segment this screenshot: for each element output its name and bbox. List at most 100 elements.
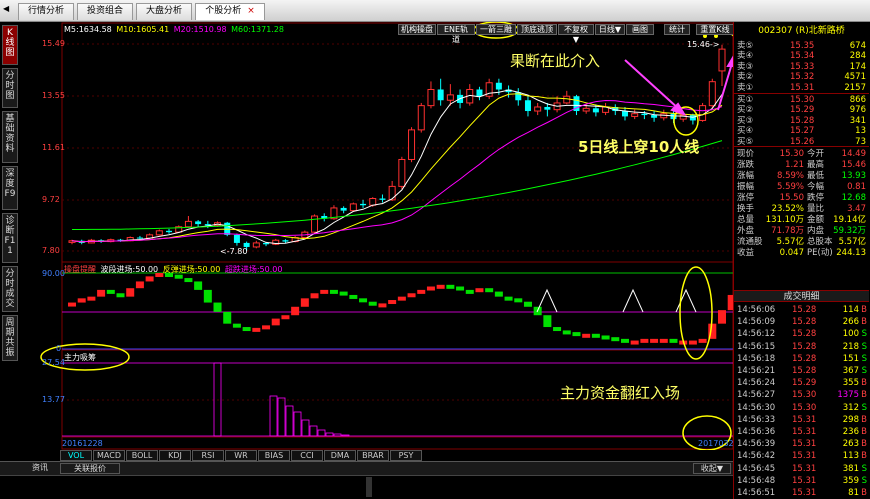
tab-kdj[interactable]: KDJ — [159, 450, 191, 461]
menu-arrow-icon[interactable]: ◀ — [3, 4, 15, 17]
tool-three[interactable]: 一箭三雕 — [476, 24, 516, 35]
stat-value: 59.32万 — [833, 226, 866, 236]
sell-order-row[interactable]: 卖① 15.31 2157 — [734, 83, 869, 93]
tab-dma[interactable]: DMA — [324, 450, 356, 461]
tool-reset[interactable]: 重置K线 — [696, 24, 734, 35]
trade-volume: 113 — [842, 451, 859, 462]
trade-volume: 312 — [842, 402, 859, 413]
stat-value: 15.50 — [779, 193, 804, 203]
trade-time: 14:56:39 — [737, 439, 776, 450]
trade-side: B — [861, 390, 867, 401]
tab-bias[interactable]: BIAS — [258, 450, 290, 461]
trade-time: 14:56:42 — [737, 451, 776, 462]
trade-volume: 100 — [842, 329, 859, 340]
trade-time: 14:56:15 — [737, 341, 776, 352]
tool-topbottom[interactable]: 顶底逃顶 — [517, 24, 557, 35]
buy-order-row[interactable]: 买④ 15.27 13 — [734, 126, 869, 136]
stat-row: 涨跌 1.21 最高 15.46 — [734, 160, 869, 170]
sell-order-row[interactable]: 卖③ 15.33 174 — [734, 62, 869, 72]
stat-value: 0.047 — [779, 248, 804, 258]
order-price: 15.29 — [790, 105, 815, 116]
trade-time: 14:56:30 — [737, 402, 776, 413]
order-volume: 4571 — [844, 72, 866, 83]
tab-wr[interactable]: WR — [225, 450, 257, 461]
tab-portfolio[interactable]: 投资组合 — [77, 3, 133, 20]
order-volume: 2157 — [844, 82, 866, 93]
trade-price: 15.29 — [792, 378, 817, 389]
order-volume: 284 — [849, 51, 866, 62]
tab-rsi[interactable]: RSI — [192, 450, 224, 461]
tool-adjust[interactable]: 不复权▼ — [558, 24, 594, 44]
divider — [734, 146, 869, 147]
close-icon[interactable]: × — [247, 6, 255, 16]
trade-time: 14:56:51 — [737, 488, 776, 498]
stat-label: 涨跌 — [737, 160, 755, 170]
trade-row: 14:56:15 15.28 218 S — [734, 341, 869, 353]
stat-label: 今开 — [807, 149, 825, 159]
scrollbar-thumb[interactable] — [366, 477, 372, 497]
sell-order-row[interactable]: 卖④ 15.34 284 — [734, 51, 869, 61]
buy-order-row[interactable]: 买② 15.29 976 — [734, 105, 869, 115]
trade-volume: 151 — [842, 353, 859, 364]
trade-row: 14:56:39 15.31 263 B — [734, 438, 869, 450]
tab-cci[interactable]: CCI — [291, 450, 323, 461]
trade-row: 14:56:06 15.28 114 B — [734, 304, 869, 316]
order-volume: 674 — [849, 41, 866, 51]
ind2-axis-label: 13.77 — [42, 395, 65, 404]
tool-draw[interactable]: 画图 — [626, 24, 654, 35]
order-price: 15.32 — [790, 72, 815, 83]
tab-psy[interactable]: PSY — [390, 450, 422, 461]
tool-ene[interactable]: ENE轨道 — [437, 24, 475, 44]
trade-volume: 114 — [842, 305, 859, 315]
stat-row: 收益 0.047 PE(动) 244.13 — [734, 248, 869, 258]
trade-price: 15.31 — [792, 475, 817, 486]
trade-time: 14:56:48 — [737, 475, 776, 486]
stock-header: 002307 (R)北新路桥 — [734, 22, 869, 40]
tool-period[interactable]: 日线▼ — [595, 24, 625, 35]
trade-time: 14:56:12 — [737, 329, 776, 340]
tab-macd[interactable]: MACD — [93, 450, 125, 461]
tab-vol[interactable]: VOL — [60, 450, 92, 461]
tool-stats[interactable]: 统计 — [664, 24, 690, 35]
tab-market-analysis[interactable]: 行情分析 — [18, 3, 74, 20]
tab-index-analysis[interactable]: 大盘分析 — [136, 3, 192, 20]
trade-price: 15.28 — [792, 366, 817, 376]
tab-label: 个股分析 — [205, 6, 242, 16]
trade-row: 14:56:21 15.28 367 S — [734, 365, 869, 377]
stat-label: 量比 — [807, 204, 825, 214]
order-label: 卖③ — [737, 61, 754, 72]
sell-order-row[interactable]: 卖② 15.32 4571 — [734, 72, 869, 82]
tab-related-quotes[interactable]: 关联报价 — [60, 463, 120, 474]
ind1-item: 反弹进场:50.00 — [162, 265, 221, 274]
high-price-annotation: 15.46-> — [687, 40, 720, 49]
stat-label: 外盘 — [737, 226, 755, 236]
trade-price: 15.30 — [792, 390, 817, 401]
tab-brar[interactable]: BRAR — [357, 450, 389, 461]
stat-label: 总股本 — [807, 237, 833, 247]
collapse-button[interactable]: 收起▼ — [693, 463, 731, 474]
stat-value: 15.46 — [841, 160, 866, 170]
trade-volume: 381 — [842, 463, 859, 474]
trade-side: S — [861, 402, 867, 413]
trade-volume: 218 — [842, 341, 859, 352]
trade-side: B — [861, 488, 867, 498]
tab-label: 行情分析 — [27, 6, 64, 16]
trade-volume: 1375 — [837, 390, 859, 401]
order-label: 卖⑤ — [737, 41, 754, 51]
tab-news[interactable]: 资讯 — [20, 463, 60, 474]
annotation-cross: 5日线上穿10人线 — [578, 138, 700, 156]
trade-side: S — [861, 366, 867, 376]
trade-time: 14:56:21 — [737, 366, 776, 376]
stat-label: 现价 — [737, 149, 755, 159]
ind2-axis-label: 27.54 — [42, 358, 65, 367]
tool-institution[interactable]: 机构操盘 — [398, 24, 436, 35]
order-label: 买④ — [737, 126, 754, 137]
tab-stock-analysis[interactable]: 个股分析 × — [195, 3, 265, 20]
order-volume: 174 — [849, 61, 866, 72]
buy-order-row[interactable]: 买① 15.30 866 — [734, 95, 869, 105]
trade-price: 15.31 — [792, 439, 817, 450]
tab-boll[interactable]: BOLL — [126, 450, 158, 461]
buy-order-row[interactable]: 买③ 15.28 341 — [734, 116, 869, 126]
sell-order-row[interactable]: 卖⑤ 15.35 674 — [734, 41, 869, 51]
stat-value: 15.30 — [779, 149, 804, 159]
